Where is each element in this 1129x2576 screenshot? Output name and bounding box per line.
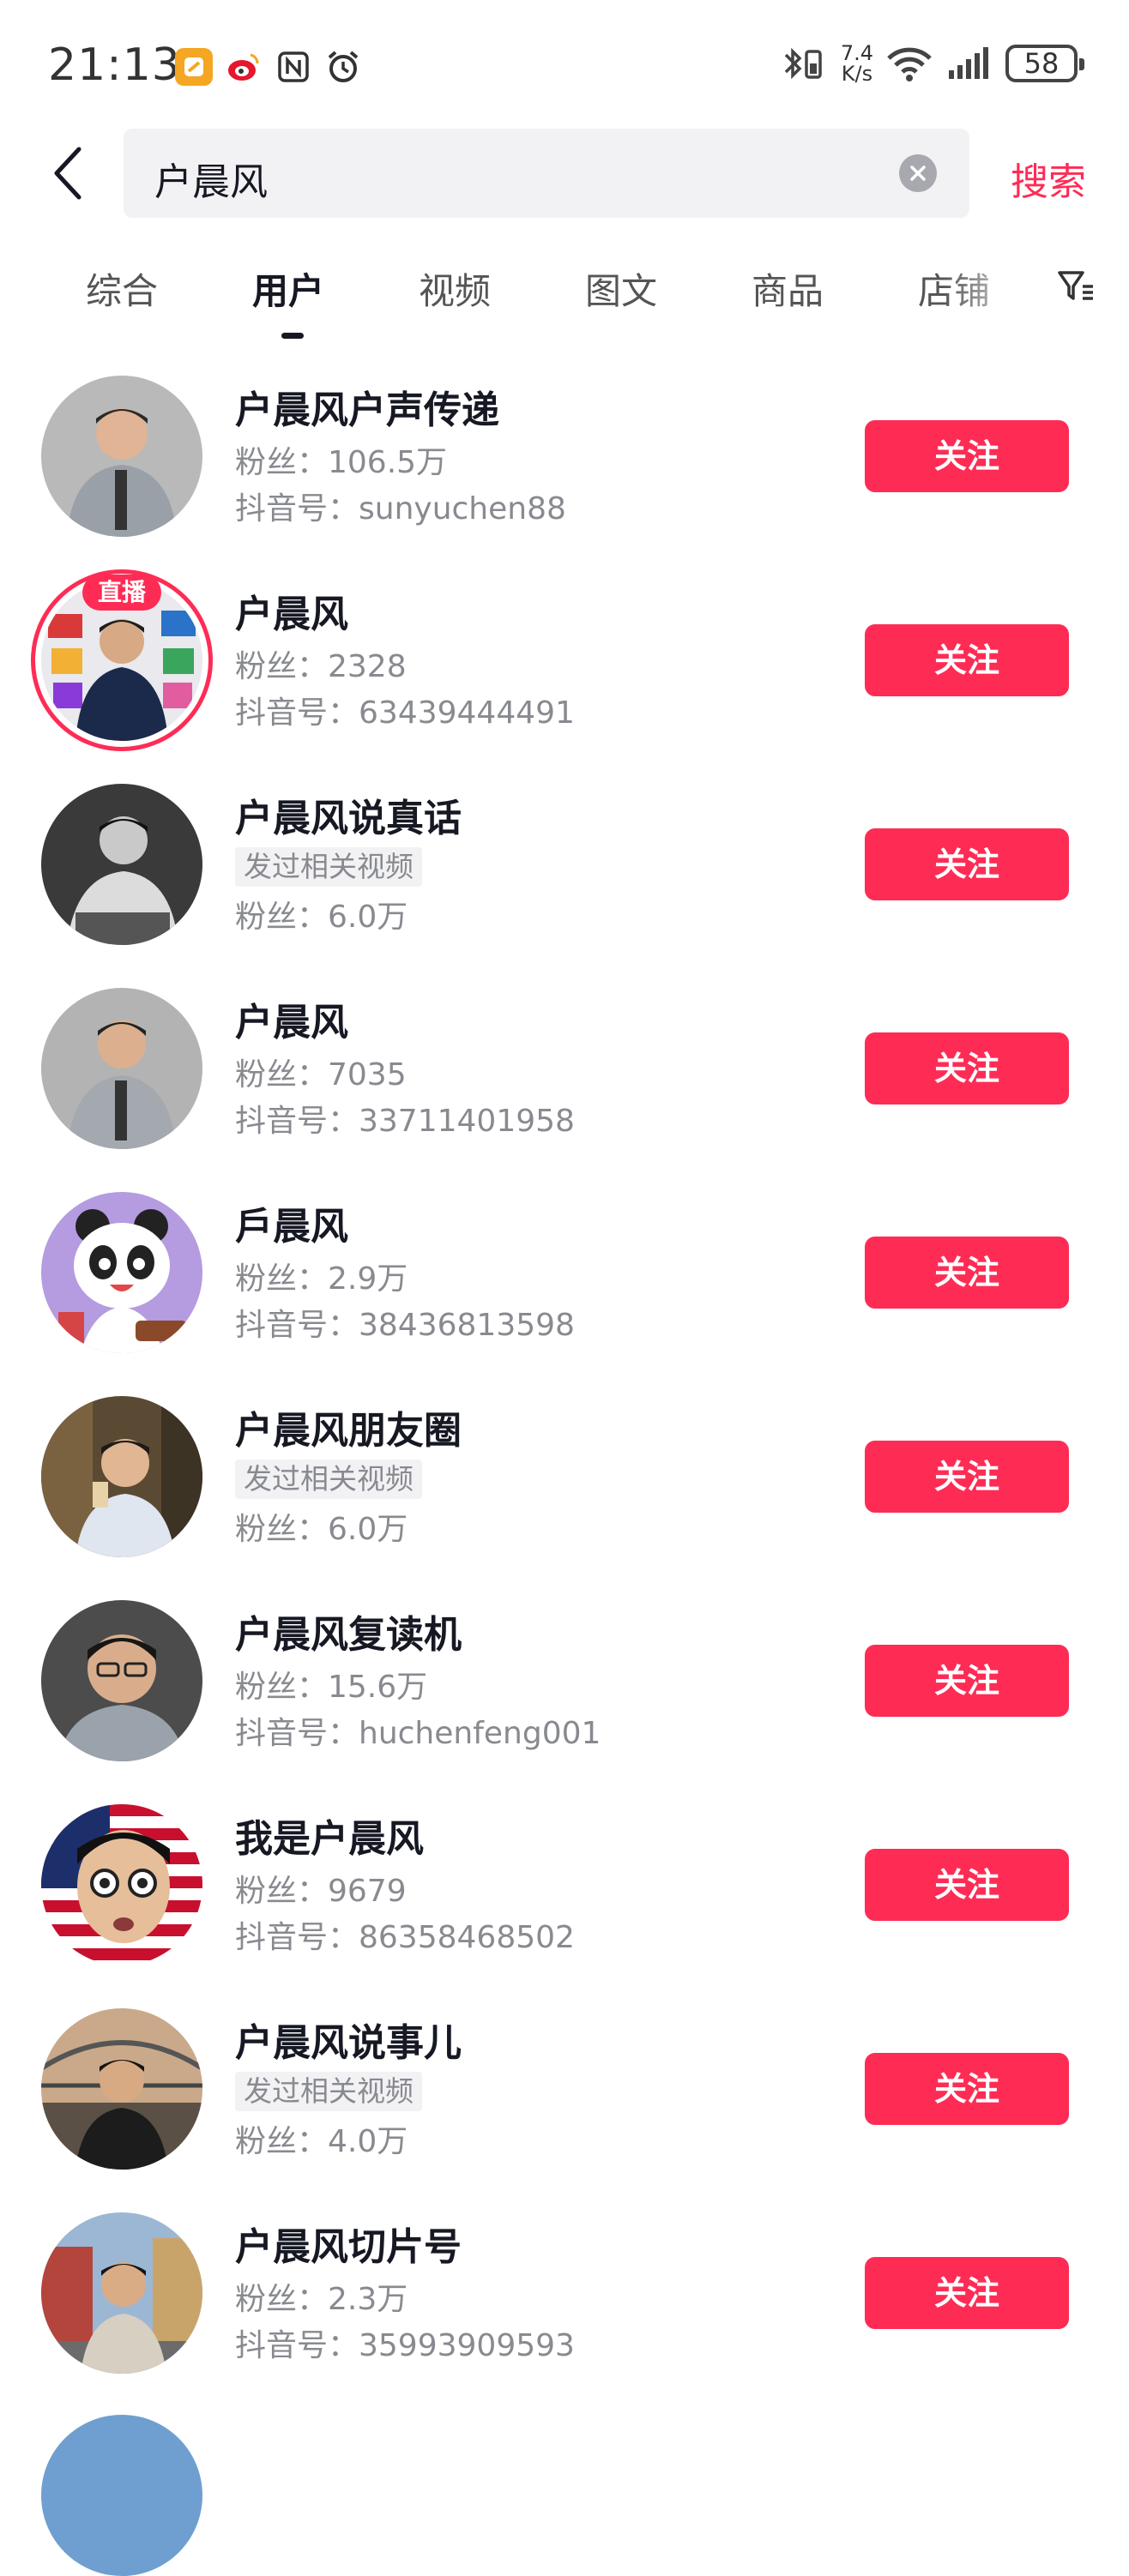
- avatar[interactable]: [41, 1396, 202, 1557]
- follow-button[interactable]: 关注: [865, 420, 1069, 492]
- user-followers: 粉丝：15.6万: [235, 1670, 428, 1705]
- follow-button[interactable]: 关注: [865, 624, 1069, 696]
- follow-button[interactable]: 关注: [865, 828, 1069, 900]
- user-row[interactable]: 户晨风 粉丝：7035 抖音号：33711401958 关注: [0, 979, 1129, 1183]
- chevron-left-icon: [54, 147, 82, 200]
- user-row[interactable]: 戶晨风 粉丝：2.9万 抖音号：38436813598 关注: [0, 1183, 1129, 1387]
- user-followers: 粉丝：9679: [235, 1874, 407, 1909]
- follow-button[interactable]: 关注: [865, 2053, 1069, 2125]
- avatar[interactable]: [41, 1804, 202, 1965]
- user-douyin-id: 抖音号：38436813598: [235, 1308, 575, 1343]
- avatar[interactable]: [41, 1600, 202, 1761]
- status-system-icons: 7.4 K/s 58: [781, 43, 1084, 84]
- search-input[interactable]: 户晨风: [124, 129, 969, 218]
- nfc-icon: [275, 48, 312, 86]
- filter-icon: [1058, 271, 1093, 300]
- filter-button[interactable]: [1057, 266, 1095, 307]
- user-row[interactable]: 我是户晨风 粉丝：9679 抖音号：86358468502 关注: [0, 1796, 1129, 2000]
- app-notification-icon: [175, 48, 213, 86]
- tab-comprehensive[interactable]: 综合: [86, 262, 158, 315]
- user-followers: 粉丝：7035: [235, 1057, 407, 1092]
- network-speed-unit: K/s: [841, 62, 873, 86]
- user-douyin-id: 抖音号：huchenfeng001: [235, 1716, 601, 1751]
- tab-users[interactable]: 用户: [252, 262, 324, 315]
- avatar[interactable]: [41, 784, 202, 945]
- user-douyin-id: 抖音号：63439444491: [235, 695, 575, 731]
- user-douyin-id: 抖音号：33711401958: [235, 1104, 575, 1139]
- follow-button[interactable]: 关注: [865, 1237, 1069, 1309]
- user-name: 户晨风复读机: [235, 1613, 462, 1657]
- user-name: 户晨风: [235, 1001, 348, 1044]
- related-video-tag: 发过相关视频: [235, 2072, 422, 2111]
- status-time: 21:13: [48, 39, 181, 91]
- signal-icon: [949, 47, 988, 79]
- avatar[interactable]: [41, 988, 202, 1149]
- back-button[interactable]: [48, 144, 89, 202]
- network-speed: 7.4 K/s: [841, 43, 873, 84]
- active-tab-indicator: [281, 333, 304, 339]
- user-followers: 粉丝：4.0万: [235, 2124, 408, 2159]
- user-name: 户晨风朋友圈: [235, 1409, 462, 1453]
- user-followers: 粉丝：6.0万: [235, 900, 408, 935]
- tab-products[interactable]: 商品: [752, 262, 824, 315]
- user-followers: 粉丝：2.3万: [235, 2282, 408, 2317]
- user-name: 户晨风切片号: [235, 2225, 462, 2269]
- user-row[interactable]: 户晨风户声传递 粉丝：106.5万 抖音号：sunyuchen88 关注: [0, 367, 1129, 571]
- user-row[interactable]: 户晨风朋友圈 发过相关视频 粉丝：6.0万 关注: [0, 1387, 1129, 1592]
- weibo-icon: [225, 48, 263, 86]
- user-row[interactable]: 户晨风说事儿 发过相关视频 粉丝：4.0万 关注: [0, 2000, 1129, 2204]
- follow-button[interactable]: 关注: [865, 1441, 1069, 1513]
- user-name: 户晨风户声传递: [235, 388, 499, 432]
- follow-button[interactable]: 关注: [865, 1645, 1069, 1717]
- tab-fade-overlay: [944, 257, 1038, 326]
- avatar[interactable]: [41, 2212, 202, 2374]
- user-row[interactable]: 户晨风复读机 粉丝：15.6万 抖音号：huchenfeng001 关注: [0, 1592, 1129, 1796]
- avatar[interactable]: [41, 376, 202, 537]
- user-followers: 粉丝：2328: [235, 649, 407, 684]
- related-video-tag: 发过相关视频: [235, 847, 422, 887]
- user-followers: 粉丝：106.5万: [235, 445, 448, 480]
- tab-image-text[interactable]: 图文: [585, 262, 657, 315]
- user-name: 我是户晨风: [235, 1817, 424, 1861]
- network-speed-value: 7.4: [840, 41, 873, 65]
- related-video-tag: 发过相关视频: [235, 1460, 422, 1499]
- search-query-text: 户晨风: [154, 160, 268, 204]
- user-row[interactable]: 直播 户晨风 粉丝：2328 抖音号：63439444491 关注: [0, 569, 1129, 775]
- follow-button[interactable]: 关注: [865, 1849, 1069, 1921]
- bluetooth-icon: [784, 47, 822, 80]
- live-badge: 直播: [82, 575, 161, 611]
- user-name: 户晨风: [235, 593, 348, 636]
- search-submit-button[interactable]: 搜索: [1011, 151, 1086, 206]
- follow-button[interactable]: 关注: [865, 1032, 1069, 1104]
- clear-search-button[interactable]: [899, 154, 937, 192]
- user-name: 戶晨风: [235, 1205, 348, 1249]
- user-name: 户晨风说事儿: [235, 2021, 462, 2065]
- follow-button[interactable]: 关注: [865, 2257, 1069, 2329]
- user-douyin-id: 抖音号：86358468502: [235, 1920, 575, 1955]
- avatar[interactable]: [41, 2008, 202, 2170]
- battery-indicator: 58: [1005, 45, 1084, 82]
- user-name: 户晨风说真话: [235, 797, 462, 840]
- user-douyin-id: 抖音号：sunyuchen88: [235, 491, 566, 527]
- alarm-icon: [324, 48, 362, 86]
- user-row[interactable]: 户晨风说真话 发过相关视频 粉丝：6.0万 关注: [0, 775, 1129, 979]
- user-followers: 粉丝：6.0万: [235, 1512, 408, 1547]
- status-notification-icons: [175, 48, 362, 86]
- status-bar: 21:13 7.4 K/s 58: [0, 0, 1129, 129]
- user-followers: 粉丝：2.9万: [235, 1261, 408, 1297]
- search-tabs: 综合 用户 视频 图文 商品 店铺: [0, 257, 1129, 343]
- close-icon: [910, 166, 926, 181]
- tab-videos[interactable]: 视频: [419, 262, 491, 315]
- user-row[interactable]: 户晨风切片号 粉丝：2.3万 抖音号：35993909593 关注: [0, 2204, 1129, 2408]
- next-row-avatar-peek: [41, 2415, 202, 2576]
- avatar[interactable]: [41, 1192, 202, 1353]
- user-douyin-id: 抖音号：35993909593: [235, 2328, 575, 2363]
- wifi-icon: [887, 47, 932, 81]
